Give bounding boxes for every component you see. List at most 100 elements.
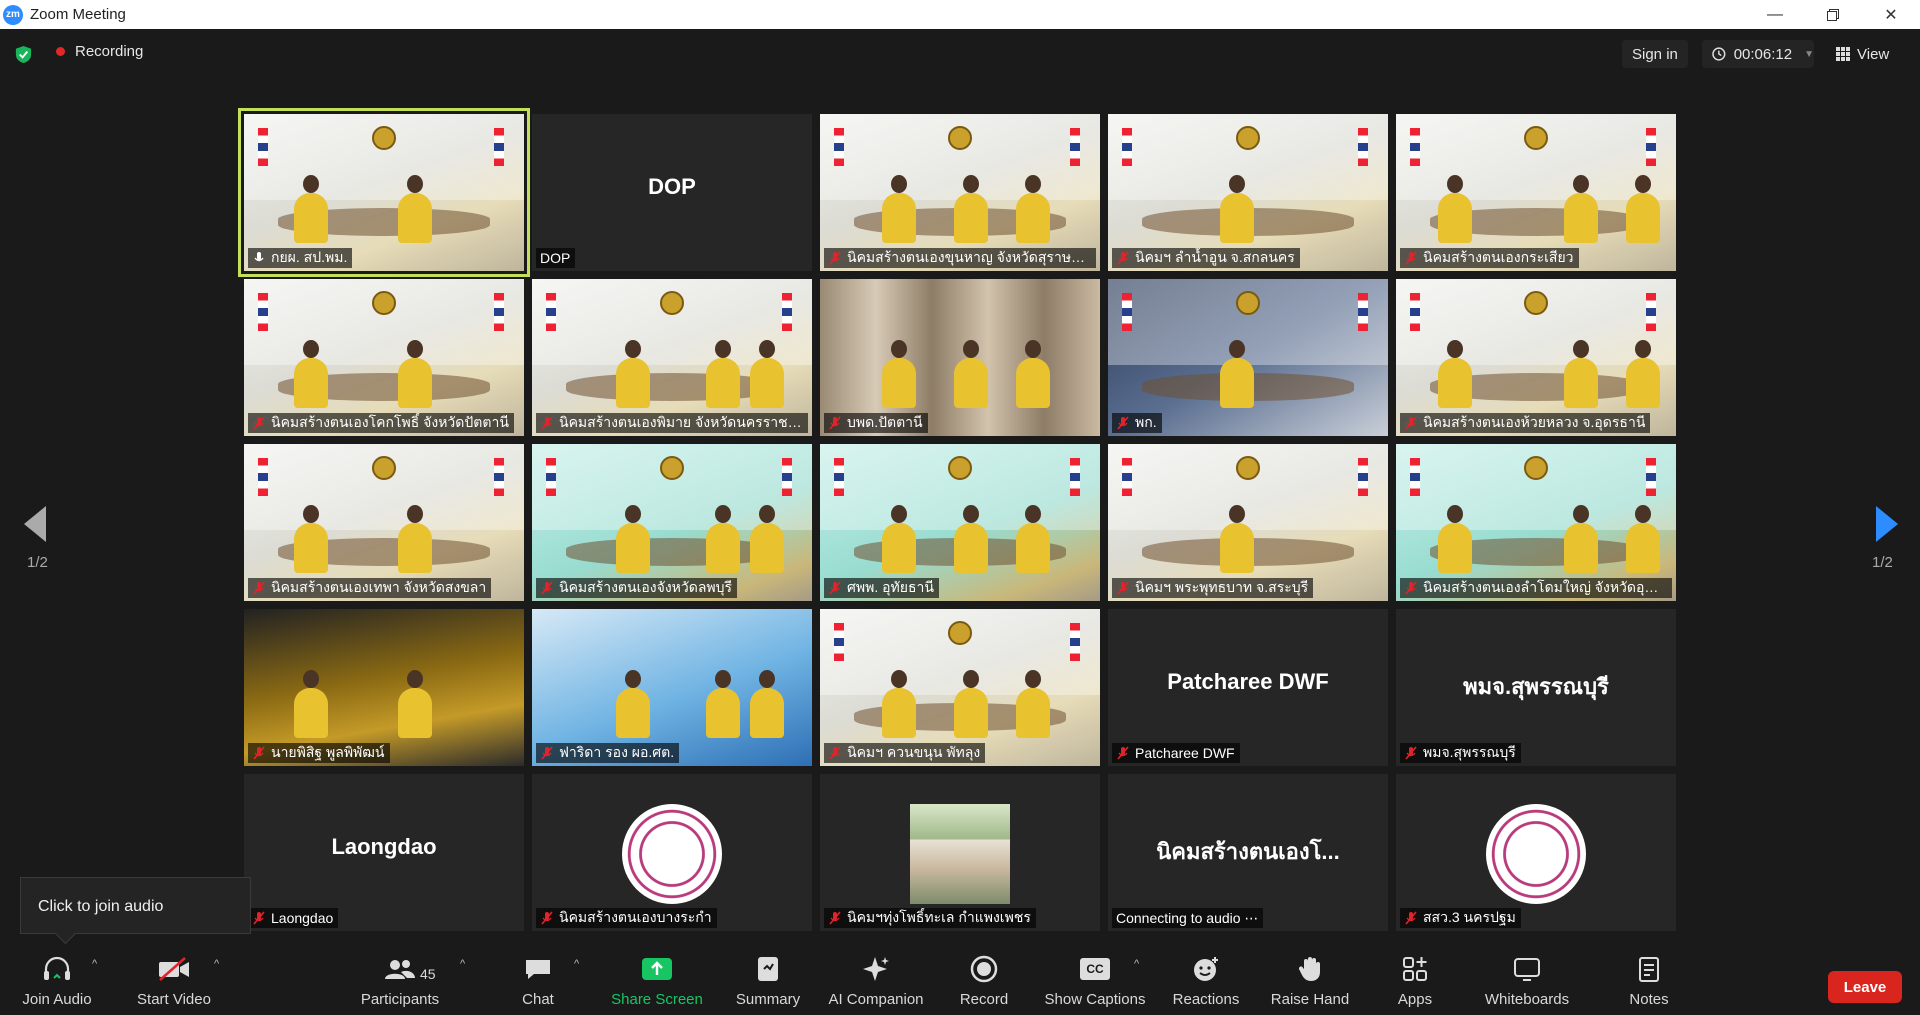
- participant-tile[interactable]: นิคมฯทุ่งโพธิ์ทะเล กำแพงเพชร: [820, 774, 1100, 931]
- meeting-timer[interactable]: 00:06:12 ▼: [1702, 40, 1814, 68]
- video-person: [750, 340, 785, 408]
- participant-tile[interactable]: นายพิสิฐ พูลพิพัฒน์: [244, 609, 524, 766]
- reactions-button[interactable]: Reactions: [1168, 948, 1244, 1015]
- raise-hand-label: Raise Hand: [1270, 991, 1350, 1008]
- participant-tile[interactable]: Laongdao Laongdao: [244, 774, 524, 931]
- audio-options-chevron-icon[interactable]: ^: [92, 958, 97, 970]
- participant-name-text: นิคมฯ ลำน้ำอูน จ.สกลนคร: [1135, 249, 1295, 265]
- video-person: [294, 505, 329, 573]
- next-page-arrow-icon[interactable]: [1876, 506, 1898, 542]
- wall-emblem: [1524, 291, 1548, 315]
- thai-flag: [1070, 458, 1080, 496]
- wall-emblem: [660, 456, 684, 480]
- join-audio-button[interactable]: Join Audio: [16, 948, 98, 1015]
- participant-display-name: Patcharee DWF: [1167, 669, 1329, 694]
- share-screen-icon: [642, 958, 672, 980]
- recording-indicator[interactable]: Recording: [56, 43, 143, 60]
- participant-tile[interactable]: ฟาริดา รอง ผอ.ศต.: [532, 609, 812, 766]
- participant-tile[interactable]: นิคมฯ ควนขนุน พัทลุง: [820, 609, 1100, 766]
- participant-tile[interactable]: นิคมฯ พระพุทธบาท จ.สระบุรี: [1108, 444, 1388, 601]
- captions-options-chevron-icon[interactable]: ^: [1134, 958, 1139, 970]
- participant-name-text: นิคมฯทุ่งโพธิ์ทะเล กำแพงเพชร: [847, 909, 1031, 925]
- view-button[interactable]: View: [1836, 40, 1889, 68]
- video-person: [1016, 175, 1050, 243]
- raise-hand-button[interactable]: Raise Hand: [1268, 948, 1352, 1015]
- participant-display-name: พมจ.สุพรรณบุรี: [1463, 674, 1609, 699]
- encryption-shield-icon[interactable]: [14, 45, 33, 64]
- participant-tile[interactable]: Patcharee DWF Patcharee DWF: [1108, 609, 1388, 766]
- chat-label: Chat: [522, 991, 554, 1008]
- mic-muted-icon: [1405, 911, 1417, 925]
- mic-muted-icon: [541, 581, 553, 595]
- ai-companion-button[interactable]: AI Companion: [824, 948, 928, 1015]
- participant-tile[interactable]: นิคมสร้างตนเองโ... Connecting to audio ⋯: [1108, 774, 1388, 931]
- video-person: [398, 175, 432, 243]
- participant-name-text: สสว.3 นครปฐม: [1423, 909, 1516, 925]
- participant-name-label: นิคมสร้างตนเองพิมาย จังหวัดนครราชสีมา: [536, 413, 808, 433]
- chat-options-chevron-icon[interactable]: ^: [574, 958, 579, 970]
- participant-tile[interactable]: กยผ. สป.พม.: [238, 108, 530, 277]
- participant-tile[interactable]: พมจ.สุพรรณบุรี พมจ.สุพรรณบุรี: [1396, 609, 1676, 766]
- apps-button[interactable]: Apps: [1392, 948, 1438, 1015]
- participant-name-text: Connecting to audio ⋯: [1116, 909, 1259, 926]
- share-screen-button[interactable]: Share Screen: [604, 948, 710, 1015]
- previous-page-arrow-icon[interactable]: [24, 506, 46, 542]
- meeting-table: [565, 373, 779, 402]
- participant-tile[interactable]: DOP DOP: [532, 114, 812, 271]
- mic-muted-icon: [829, 581, 841, 595]
- participant-tile[interactable]: ศพพ. อุทัยธานี: [820, 444, 1100, 601]
- thai-flag: [1410, 458, 1420, 496]
- thai-flag: [1070, 623, 1080, 661]
- whiteboards-button[interactable]: Whiteboards: [1480, 948, 1574, 1015]
- recording-dot-icon: [56, 47, 65, 56]
- participant-tile[interactable]: นิคมสร้างตนเองห้วยหลวง จ.อุดรธานี: [1396, 279, 1676, 436]
- participant-tile[interactable]: นิคมสร้างตนเองพิมาย จังหวัดนครราชสีมา: [532, 279, 812, 436]
- profile-seal-image: [1486, 804, 1586, 904]
- summary-button[interactable]: Summary: [728, 948, 808, 1015]
- wall-emblem: [1236, 456, 1260, 480]
- restore-button[interactable]: [1804, 0, 1862, 29]
- join-audio-label: Join Audio: [22, 991, 92, 1008]
- participant-name-text: นิคมสร้างตนเองกระเสียว: [1423, 249, 1574, 265]
- show-captions-button[interactable]: CC Show Captions: [1042, 948, 1148, 1015]
- video-options-chevron-icon[interactable]: ^: [214, 958, 219, 970]
- start-video-button[interactable]: Start Video: [134, 948, 214, 1015]
- participant-name-label: Connecting to audio ⋯: [1112, 908, 1264, 928]
- participant-tile[interactable]: นิคมสร้างตนเองลำโดมใหญ่ จังหวัดอุบลร...: [1396, 444, 1676, 601]
- participants-options-chevron-icon[interactable]: ^: [460, 958, 465, 970]
- participant-tile[interactable]: สสว.3 นครปฐม: [1396, 774, 1676, 931]
- mic-muted-icon: [541, 746, 553, 760]
- participant-tile[interactable]: นิคมฯ ลำน้ำอูน จ.สกลนคร: [1108, 114, 1388, 271]
- chat-button[interactable]: Chat: [510, 948, 566, 1015]
- participant-tile[interactable]: นิคมสร้างตนเองกระเสียว: [1396, 114, 1676, 271]
- show-captions-label: Show Captions: [1044, 991, 1146, 1008]
- participant-tile[interactable]: นิคมสร้างตนเองเทพา จังหวัดสงขลา: [244, 444, 524, 601]
- video-person: [1220, 505, 1254, 573]
- participant-tile[interactable]: นิคมสร้างตนเองโคกโพธิ์ จังหวัดปัตตานี: [244, 279, 524, 436]
- participant-tile[interactable]: นิคมสร้างตนเองขุนหาญ จังหวัดสุราษฎร์...: [820, 114, 1100, 271]
- apps-label: Apps: [1397, 991, 1433, 1008]
- mic-muted-icon: [541, 911, 553, 925]
- participant-name-text: ฟาริดา รอง ผอ.ศต.: [559, 744, 675, 760]
- participant-display-name: DOP: [648, 174, 696, 199]
- participant-name-label: นิคมสร้างตนเองโคกโพธิ์ จังหวัดปัตตานี: [248, 413, 514, 433]
- whiteboards-label: Whiteboards: [1484, 991, 1570, 1008]
- notes-button[interactable]: Notes: [1624, 948, 1674, 1015]
- participant-tile[interactable]: นิคมสร้างตนเองจังหวัดลพบุรี: [532, 444, 812, 601]
- thai-flag: [1410, 128, 1420, 166]
- participant-name-label: บพด.ปัตตานี: [824, 413, 928, 433]
- participant-name-label: นิคมสร้างตนเองกระเสียว: [1400, 248, 1579, 268]
- participant-tile[interactable]: บพด.ปัตตานี: [820, 279, 1100, 436]
- sign-in-button[interactable]: Sign in: [1622, 40, 1688, 68]
- leave-meeting-button[interactable]: Leave: [1828, 971, 1902, 1003]
- video-person: [1564, 505, 1598, 573]
- participant-name-label: นิคมสร้างตนเองเทพา จังหวัดสงขลา: [248, 578, 492, 598]
- minimize-button[interactable]: —: [1746, 0, 1804, 29]
- close-window-button[interactable]: ✕: [1862, 0, 1920, 29]
- record-button[interactable]: Record: [952, 948, 1016, 1015]
- video-person: [954, 505, 989, 573]
- thai-flag: [1646, 458, 1656, 496]
- participant-tile[interactable]: นิคมสร้างตนเองบางระกำ: [532, 774, 812, 931]
- participant-tile[interactable]: พก.: [1108, 279, 1388, 436]
- participant-name-label: พมจ.สุพรรณบุรี: [1400, 743, 1521, 763]
